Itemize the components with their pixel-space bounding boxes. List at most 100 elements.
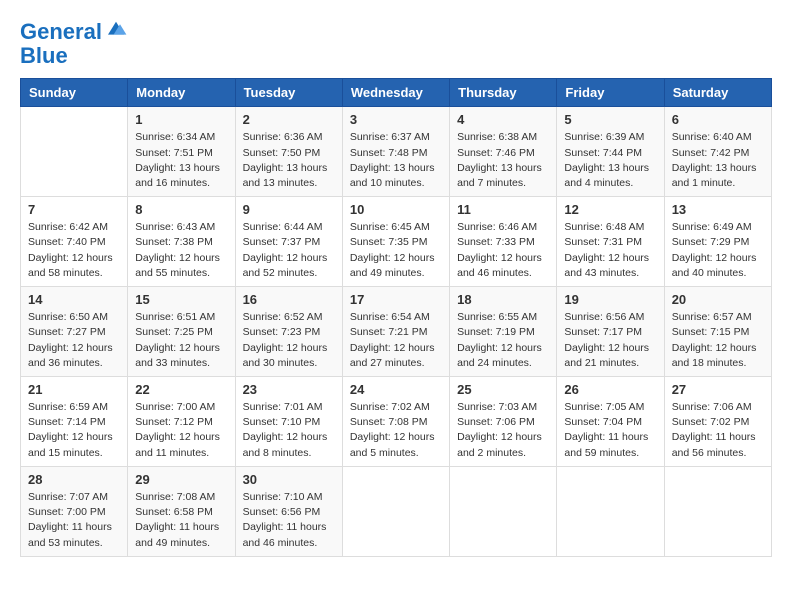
day-number: 18 [457, 292, 549, 307]
calendar-cell: 21 Sunrise: 6:59 AM Sunset: 7:14 PM Dayli… [21, 377, 128, 467]
day-number: 9 [243, 202, 335, 217]
day-number: 28 [28, 472, 120, 487]
day-number: 10 [350, 202, 442, 217]
day-info: Sunrise: 7:07 AM Sunset: 7:00 PM Dayligh… [28, 490, 120, 551]
weekday-monday: Monday [128, 79, 235, 107]
week-row-2: 7Sunrise: 6:42 AM Sunset: 7:40 PM Daylig… [21, 197, 772, 287]
day-info: Sunrise: 6:37 AM Sunset: 7:48 PM Dayligh… [350, 130, 442, 191]
day-number: 4 [457, 112, 549, 127]
day-number: 13 [672, 202, 764, 217]
day-info: Sunrise: 6:45 AM Sunset: 7:35 PM Dayligh… [350, 220, 442, 281]
day-info: Sunrise: 6:54 AM Sunset: 7:21 PM Dayligh… [350, 310, 442, 371]
calendar-cell: 17 Sunrise: 6:54 AM Sunset: 7:21 PM Dayli… [342, 287, 449, 377]
day-info: Sunrise: 6:39 AM Sunset: 7:44 PM Dayligh… [564, 130, 656, 191]
calendar-cell: 26 Sunrise: 7:05 AM Sunset: 7:04 PM Dayli… [557, 377, 664, 467]
calendar-table: SundayMondayTuesdayWednesdayThursdayFrid… [20, 78, 772, 556]
calendar-cell [450, 466, 557, 556]
day-number: 1 [135, 112, 227, 127]
day-info: Sunrise: 6:43 AM Sunset: 7:38 PM Dayligh… [135, 220, 227, 281]
day-number: 6 [672, 112, 764, 127]
calendar-cell: 3 Sunrise: 6:37 AM Sunset: 7:48 PM Daylig… [342, 107, 449, 197]
calendar-cell [664, 466, 771, 556]
day-number: 15 [135, 292, 227, 307]
weekday-wednesday: Wednesday [342, 79, 449, 107]
day-number: 7 [28, 202, 120, 217]
day-info: Sunrise: 7:08 AM Sunset: 6:58 PM Dayligh… [135, 490, 227, 551]
week-row-5: 28 Sunrise: 7:07 AM Sunset: 7:00 PM Dayli… [21, 466, 772, 556]
day-info: Sunrise: 6:59 AM Sunset: 7:14 PM Dayligh… [28, 400, 120, 461]
day-info: Sunrise: 6:49 AM Sunset: 7:29 PM Dayligh… [672, 220, 764, 281]
day-info: Sunrise: 6:34 AM Sunset: 7:51 PM Dayligh… [135, 130, 227, 191]
calendar-cell: 28 Sunrise: 7:07 AM Sunset: 7:00 PM Dayli… [21, 466, 128, 556]
calendar-cell: 7Sunrise: 6:42 AM Sunset: 7:40 PM Daylig… [21, 197, 128, 287]
logo-icon [104, 19, 128, 39]
day-info: Sunrise: 6:38 AM Sunset: 7:46 PM Dayligh… [457, 130, 549, 191]
logo-general: General [20, 19, 102, 44]
day-number: 5 [564, 112, 656, 127]
weekday-saturday: Saturday [664, 79, 771, 107]
day-number: 26 [564, 382, 656, 397]
weekday-friday: Friday [557, 79, 664, 107]
calendar-cell: 25Sunrise: 7:03 AM Sunset: 7:06 PM Dayli… [450, 377, 557, 467]
calendar-cell: 15 Sunrise: 6:51 AM Sunset: 7:25 PM Dayli… [128, 287, 235, 377]
day-number: 25 [457, 382, 549, 397]
week-row-1: 1 Sunrise: 6:34 AM Sunset: 7:51 PM Daylig… [21, 107, 772, 197]
calendar-cell: 6 Sunrise: 6:40 AM Sunset: 7:42 PM Daylig… [664, 107, 771, 197]
day-number: 22 [135, 382, 227, 397]
day-info: Sunrise: 6:44 AM Sunset: 7:37 PM Dayligh… [243, 220, 335, 281]
day-number: 30 [243, 472, 335, 487]
day-info: Sunrise: 7:01 AM Sunset: 7:10 PM Dayligh… [243, 400, 335, 461]
day-info: Sunrise: 6:36 AM Sunset: 7:50 PM Dayligh… [243, 130, 335, 191]
calendar-cell [21, 107, 128, 197]
calendar-cell: 18 Sunrise: 6:55 AM Sunset: 7:19 PM Dayli… [450, 287, 557, 377]
day-info: Sunrise: 6:57 AM Sunset: 7:15 PM Dayligh… [672, 310, 764, 371]
calendar-cell: 20 Sunrise: 6:57 AM Sunset: 7:15 PM Dayli… [664, 287, 771, 377]
day-info: Sunrise: 7:05 AM Sunset: 7:04 PM Dayligh… [564, 400, 656, 461]
calendar-cell: 5 Sunrise: 6:39 AM Sunset: 7:44 PM Daylig… [557, 107, 664, 197]
day-info: Sunrise: 6:55 AM Sunset: 7:19 PM Dayligh… [457, 310, 549, 371]
day-number: 21 [28, 382, 120, 397]
day-info: Sunrise: 6:52 AM Sunset: 7:23 PM Dayligh… [243, 310, 335, 371]
day-number: 19 [564, 292, 656, 307]
day-info: Sunrise: 7:02 AM Sunset: 7:08 PM Dayligh… [350, 400, 442, 461]
calendar-cell: 2 Sunrise: 6:36 AM Sunset: 7:50 PM Daylig… [235, 107, 342, 197]
calendar-cell: 24 Sunrise: 7:02 AM Sunset: 7:08 PM Dayli… [342, 377, 449, 467]
day-info: Sunrise: 7:10 AM Sunset: 6:56 PM Dayligh… [243, 490, 335, 551]
day-info: Sunrise: 6:56 AM Sunset: 7:17 PM Dayligh… [564, 310, 656, 371]
day-number: 3 [350, 112, 442, 127]
day-number: 12 [564, 202, 656, 217]
day-info: Sunrise: 7:06 AM Sunset: 7:02 PM Dayligh… [672, 400, 764, 461]
calendar-cell: 29 Sunrise: 7:08 AM Sunset: 6:58 PM Dayli… [128, 466, 235, 556]
calendar-cell: 1 Sunrise: 6:34 AM Sunset: 7:51 PM Daylig… [128, 107, 235, 197]
calendar-cell: 14 Sunrise: 6:50 AM Sunset: 7:27 PM Dayli… [21, 287, 128, 377]
calendar-cell: 4 Sunrise: 6:38 AM Sunset: 7:46 PM Daylig… [450, 107, 557, 197]
week-row-3: 14 Sunrise: 6:50 AM Sunset: 7:27 PM Dayli… [21, 287, 772, 377]
day-number: 8 [135, 202, 227, 217]
calendar-cell: 12 Sunrise: 6:48 AM Sunset: 7:31 PM Dayli… [557, 197, 664, 287]
day-info: Sunrise: 6:40 AM Sunset: 7:42 PM Dayligh… [672, 130, 764, 191]
calendar-cell: 8 Sunrise: 6:43 AM Sunset: 7:38 PM Daylig… [128, 197, 235, 287]
calendar-cell: 30 Sunrise: 7:10 AM Sunset: 6:56 PM Dayli… [235, 466, 342, 556]
day-info: Sunrise: 6:50 AM Sunset: 7:27 PM Dayligh… [28, 310, 120, 371]
calendar-cell: 19 Sunrise: 6:56 AM Sunset: 7:17 PM Dayli… [557, 287, 664, 377]
weekday-header-row: SundayMondayTuesdayWednesdayThursdayFrid… [21, 79, 772, 107]
day-number: 17 [350, 292, 442, 307]
day-info: Sunrise: 6:51 AM Sunset: 7:25 PM Dayligh… [135, 310, 227, 371]
day-number: 20 [672, 292, 764, 307]
weekday-thursday: Thursday [450, 79, 557, 107]
day-number: 11 [457, 202, 549, 217]
day-number: 16 [243, 292, 335, 307]
calendar-cell: 16 Sunrise: 6:52 AM Sunset: 7:23 PM Dayli… [235, 287, 342, 377]
day-number: 14 [28, 292, 120, 307]
calendar-cell: 27 Sunrise: 7:06 AM Sunset: 7:02 PM Dayli… [664, 377, 771, 467]
day-number: 2 [243, 112, 335, 127]
day-info: Sunrise: 6:46 AM Sunset: 7:33 PM Dayligh… [457, 220, 549, 281]
calendar-cell: 10 Sunrise: 6:45 AM Sunset: 7:35 PM Dayli… [342, 197, 449, 287]
day-number: 27 [672, 382, 764, 397]
calendar-cell [342, 466, 449, 556]
logo: General Blue [20, 20, 128, 68]
day-info: Sunrise: 6:48 AM Sunset: 7:31 PM Dayligh… [564, 220, 656, 281]
day-number: 24 [350, 382, 442, 397]
day-number: 29 [135, 472, 227, 487]
calendar-cell: 23Sunrise: 7:01 AM Sunset: 7:10 PM Dayli… [235, 377, 342, 467]
